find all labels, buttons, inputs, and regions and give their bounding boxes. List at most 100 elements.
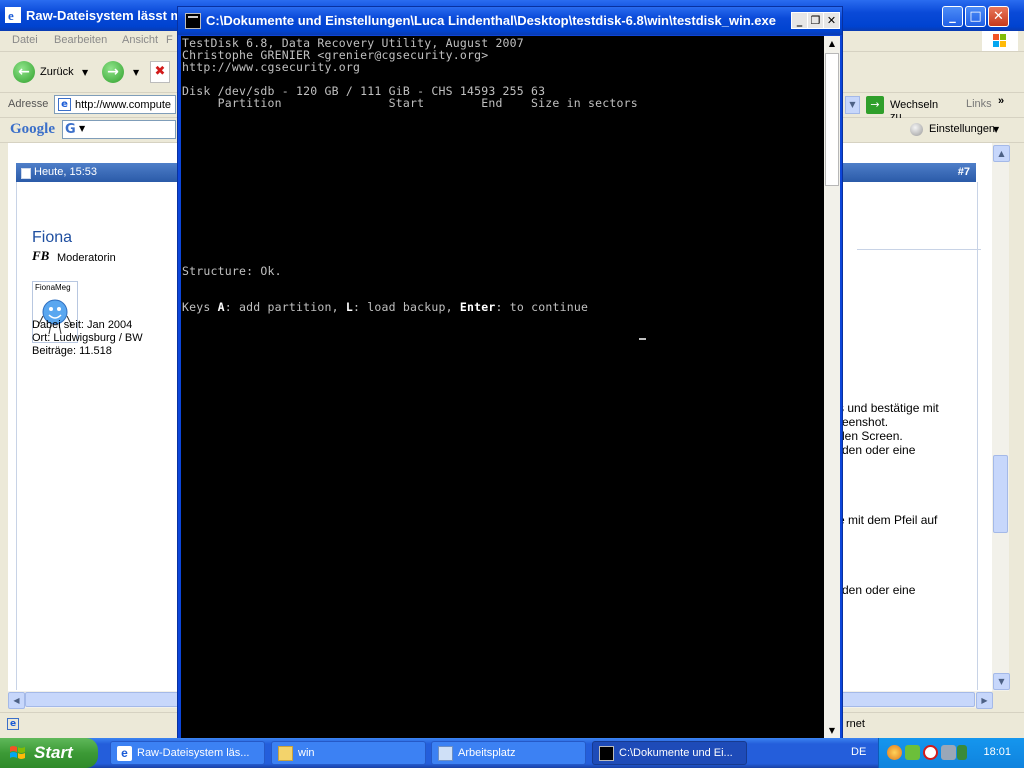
divider	[857, 249, 981, 250]
post-username[interactable]: Fiona	[32, 229, 72, 247]
tray-icon-4[interactable]	[941, 745, 956, 760]
console-screen[interactable]: TestDisk 6.8, Data Recovery Utility, Aug…	[181, 36, 824, 739]
post-count: Beiträge: 11.518	[32, 345, 112, 357]
scroll-up-icon[interactable]: ▲	[993, 145, 1010, 162]
forward-dropdown-icon[interactable]: ▼	[133, 68, 139, 77]
task-label: Raw-Dateisystem läs...	[137, 747, 250, 759]
status-page-icon: e	[7, 718, 19, 730]
fb-badge-icon: FB	[32, 248, 50, 263]
start-label: Start	[34, 743, 73, 762]
tray-icon-2[interactable]	[905, 745, 920, 760]
svg-text:e: e	[8, 8, 14, 23]
console-scroll-up-icon[interactable]: ▲	[825, 37, 839, 51]
clock[interactable]: 18:01	[983, 746, 1011, 758]
post-text-line: e mit dem Pfeil auf	[838, 513, 938, 527]
google-settings-label[interactable]: Einstellungen	[929, 123, 995, 135]
ie-icon: e	[5, 7, 21, 23]
back-button[interactable]: ←	[13, 61, 35, 83]
menu-datei[interactable]: Datei	[12, 34, 38, 46]
status-zone: rnet	[846, 718, 865, 730]
google-dropdown-icon[interactable]: ▼	[79, 124, 85, 133]
console-scroll-thumb[interactable]	[825, 53, 839, 186]
links-label[interactable]: Links	[966, 98, 992, 110]
console-line: http://www.cgsecurity.org	[182, 60, 361, 74]
console-minimize-button[interactable]: _	[791, 12, 808, 29]
key-l: L	[345, 300, 353, 314]
key-a: A	[217, 300, 225, 314]
menu-favoriten[interactable]: F	[166, 34, 173, 46]
taskbar: Start e Raw-Dateisystem läs... win Arbei…	[0, 738, 1024, 768]
keys-prefix: Keys	[182, 300, 218, 314]
page-icon: e	[58, 98, 71, 111]
post-date: Heute, 15:53	[34, 166, 97, 178]
task-folder-win[interactable]: win	[271, 741, 426, 765]
post-text-line: rden oder eine	[838, 443, 916, 457]
start-button[interactable]: Start	[0, 738, 98, 768]
key-enter: Enter	[459, 300, 496, 314]
console-icon	[185, 13, 201, 29]
console-keys-line: Keys A: add partition, L: load backup, E…	[182, 301, 588, 313]
address-dropdown-button[interactable]: ▼	[845, 96, 860, 114]
post-usertitle: Moderatorin	[57, 252, 116, 264]
address-url: http://www.compute	[75, 99, 171, 111]
back-label: Zurück	[40, 66, 74, 78]
google-g-icon: G	[65, 122, 76, 137]
tray-icon-5[interactable]	[957, 745, 967, 760]
console-scrollbar[interactable]: ▲ ▼	[824, 36, 840, 739]
console-task-icon	[599, 746, 614, 761]
forward-button[interactable]: →	[102, 61, 124, 83]
post-text-line: den Screen.	[838, 429, 903, 443]
post-icon	[21, 168, 31, 179]
antivirus-icon[interactable]	[923, 745, 938, 760]
scroll-right-icon[interactable]: ▶	[976, 692, 993, 709]
scroll-left-icon[interactable]: ◀	[8, 692, 25, 709]
google-logo: Google	[10, 121, 55, 137]
stop-button[interactable]: ✖	[150, 61, 170, 83]
task-console[interactable]: C:\Dokumente und Ei...	[592, 741, 747, 765]
computer-icon	[438, 746, 453, 761]
post-number[interactable]: #7	[958, 166, 970, 178]
go-arrow-icon: →	[866, 96, 884, 114]
scroll-thumb[interactable]	[993, 455, 1008, 533]
back-dropdown-icon[interactable]: ▼	[82, 68, 88, 77]
text-cursor	[639, 338, 646, 340]
menu-bearbeiten[interactable]: Bearbeiten	[54, 34, 107, 46]
address-input[interactable]: e http://www.compute	[54, 95, 176, 114]
task-ie[interactable]: e Raw-Dateisystem läs...	[110, 741, 265, 765]
post-location: Ort: Ludwigsburg / BW	[32, 332, 143, 344]
task-label: C:\Dokumente und Ei...	[619, 747, 733, 759]
menu-ansicht[interactable]: Ansicht	[122, 34, 158, 46]
task-arbeitsplatz[interactable]: Arbeitsplatz	[431, 741, 586, 765]
chevron-right-icon[interactable]: »	[998, 95, 1004, 107]
windows-flag-icon	[10, 746, 25, 759]
console-line: Partition Start End Size in sectors	[182, 96, 638, 110]
minimize-button[interactable]: _	[942, 6, 963, 27]
windows-logo-icon	[982, 31, 1018, 51]
console-scroll-down-icon[interactable]: ▼	[825, 724, 839, 738]
post-joined: Dabei seit: Jan 2004	[32, 319, 133, 331]
forward-arrow-icon: →	[107, 64, 119, 80]
console-line: Structure: Ok.	[182, 264, 282, 278]
console-window: C:\Dokumente und Einstellungen\Luca Lind…	[177, 6, 843, 740]
post-text-line: rden oder eine	[838, 583, 916, 597]
settings-dropdown-icon[interactable]: ▼	[993, 125, 999, 134]
console-title: C:\Dokumente und Einstellungen\Luca Lind…	[206, 13, 776, 28]
console-restore-button[interactable]: ❐	[807, 12, 824, 29]
folder-icon	[278, 746, 293, 761]
ie-task-icon: e	[117, 746, 132, 761]
avatar-label: FionaMeg	[35, 283, 71, 292]
language-indicator[interactable]: DE	[851, 746, 866, 758]
key-l-desc: : load backup,	[352, 300, 460, 314]
ie-window-title: Raw-Dateisystem lässt m	[26, 8, 183, 23]
post-text-line: reenshot.	[838, 415, 889, 429]
console-close-button[interactable]: ✕	[823, 12, 840, 29]
close-button[interactable]: ✕	[988, 6, 1009, 27]
system-tray: 18:01	[878, 738, 1024, 768]
scroll-down-icon[interactable]: ▼	[993, 673, 1010, 690]
google-search-input[interactable]: G ▼	[62, 120, 176, 139]
task-label: Arbeitsplatz	[458, 747, 516, 759]
console-titlebar[interactable]: C:\Dokumente und Einstellungen\Luca Lind…	[178, 7, 842, 35]
ie-vertical-scrollbar[interactable]: ▲ ▼	[992, 143, 1010, 691]
tray-icon-1[interactable]	[887, 745, 902, 760]
maximize-button[interactable]: □	[965, 6, 986, 27]
